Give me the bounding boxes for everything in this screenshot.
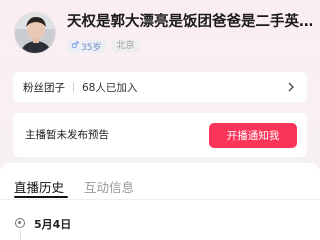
timeline-line <box>19 230 21 240</box>
preview-notice-card: 主播暂未发布预告 开播通知我 <box>13 113 307 157</box>
tab-interaction-info[interactable]: 互动信息 <box>84 177 134 196</box>
timeline-dot-icon <box>15 218 25 228</box>
age-label: 35岁 <box>81 42 102 53</box>
tab-divider <box>0 199 320 200</box>
chevron-right-icon <box>288 82 294 92</box>
streamer-name: 天权是郭大漂亮是饭团爸爸是二手英… <box>67 14 312 30</box>
gender-age-badge: ♂ 35岁 <box>67 39 106 53</box>
notify-on-live-button[interactable]: 开播通知我 <box>209 123 297 148</box>
city-badge: 北京 <box>111 39 140 53</box>
tab-live-history[interactable]: 直播历史 <box>14 177 64 196</box>
profile-header: 天权是郭大漂亮是饭团爸爸是二手英… ♂ 35岁 北京 <box>0 0 320 68</box>
fans-group-label: 粉丝团子 <box>23 81 65 94</box>
avatar[interactable] <box>14 12 56 54</box>
timeline-date: 5月4日 <box>34 218 72 231</box>
profile-meta: ♂ 35岁 北京 <box>67 39 140 53</box>
fans-group-count: 68人已加入 <box>82 81 138 94</box>
fans-group-row[interactable]: 粉丝团子 68人已加入 <box>13 72 307 102</box>
active-tab-indicator <box>14 196 68 198</box>
male-icon: ♂ <box>71 41 80 51</box>
history-panel: 直播历史 互动信息 5月4日 <box>0 163 320 240</box>
fans-divider <box>73 82 74 92</box>
no-preview-text: 主播暂未发布预告 <box>25 129 109 141</box>
